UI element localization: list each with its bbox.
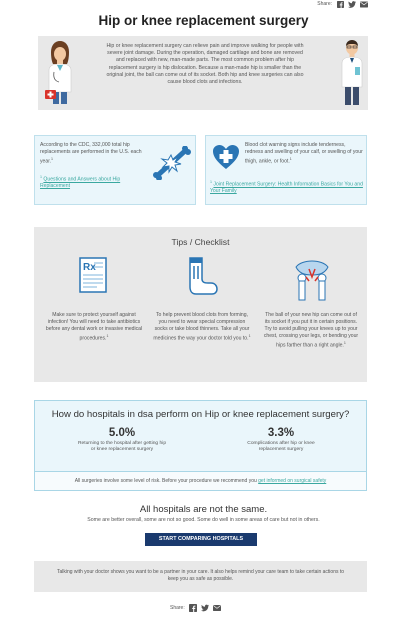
share-label: Share:	[170, 605, 185, 611]
intro-text: Hip or knee replacement surgery can reli…	[106, 43, 304, 86]
all-hospitals-subtext: Some are better overall, some are not so…	[87, 517, 320, 523]
stat-complications: 3.3% Complications after hip or knee rep…	[236, 427, 326, 453]
fact-text: Blood clot warning signs include tendern…	[245, 142, 363, 165]
tip-item: To help prevent blood clots from forming…	[153, 312, 251, 342]
broken-bone-icon	[153, 145, 191, 185]
start-comparing-hospitals-button[interactable]: START COMPARING HOSPITALS	[145, 533, 257, 546]
stat-readmission: 5.0% Returning to the hospital after get…	[77, 427, 167, 453]
compression-sock-icon	[184, 257, 218, 300]
stat-description: Returning to the hospital after getting …	[77, 441, 167, 452]
tips-checklist-panel: Tips / Checklist Rx Make sure to protect…	[34, 227, 367, 382]
facebook-icon[interactable]	[188, 604, 197, 612]
stat-value: 3.3%	[267, 427, 295, 439]
share-label: Share:	[317, 1, 332, 7]
male-doctor-icon	[340, 39, 364, 112]
stat-value: 5.0%	[108, 427, 136, 439]
surgical-safety-link[interactable]: get informed on surgical safety	[258, 478, 326, 484]
page-title: Hip or knee replacement surgery	[98, 13, 309, 28]
talk-text: Talking with your doctor shows you want …	[56, 569, 345, 582]
fact-text: According to the CDC, 332,000 total hip …	[40, 142, 142, 165]
talk-with-doctor-panel: Talking with your doctor shows you want …	[34, 561, 367, 592]
female-doctor-icon	[44, 40, 74, 111]
intro-panel: Hip or knee replacement surgery can reli…	[38, 36, 368, 110]
stat-description: Complications after hip or knee replacem…	[247, 441, 315, 452]
twitter-icon[interactable]	[200, 604, 209, 612]
prescription-icon: Rx	[79, 257, 107, 298]
all-hospitals-heading: All hospitals are not the same.	[139, 504, 268, 515]
performance-heading: How do hospitals in dsa perform on Hip o…	[51, 409, 350, 420]
twitter-icon[interactable]	[348, 0, 356, 8]
facts-row: According to the CDC, 332,000 total hip …	[34, 135, 367, 207]
share-bar-top: Share:	[317, 0, 368, 8]
tip-item: Make sure to protect yourself against in…	[45, 312, 143, 342]
fact-box-hip-replacements: According to the CDC, 332,000 total hip …	[34, 135, 196, 205]
reference-link-joint[interactable]: Joint Replacement Surgery: Health Inform…	[210, 182, 363, 195]
fact-box-blood-clots: Blood clot warning signs include tendern…	[205, 135, 367, 205]
share-bar-bottom: Share:	[170, 604, 221, 612]
email-icon[interactable]	[212, 604, 221, 612]
email-icon[interactable]	[360, 0, 368, 8]
hip-joint-icon	[292, 257, 332, 306]
facebook-icon[interactable]	[336, 0, 344, 8]
heart-cross-icon	[212, 144, 240, 175]
fact-reference: 1 Joint Replacement Surgery: Health Info…	[210, 180, 363, 195]
surgical-safety-note: All surgeries involve some level of risk…	[35, 471, 366, 490]
tips-heading: Tips / Checklist	[171, 237, 230, 247]
tip-item: The ball of your new hip can come out of…	[263, 312, 359, 349]
hospital-performance-panel: How do hospitals in dsa perform on Hip o…	[34, 400, 367, 491]
reference-link-hip[interactable]: Questions and Answers about Hip Replacem…	[40, 177, 120, 190]
fact-reference: 1 Questions and Answers about Hip Replac…	[40, 175, 121, 190]
